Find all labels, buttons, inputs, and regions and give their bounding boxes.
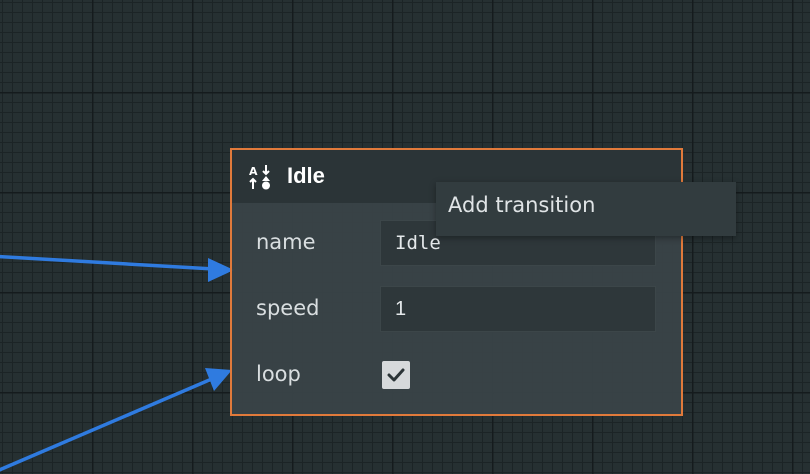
- prop-label-speed: speed: [256, 296, 320, 320]
- sort-arrows-shapes-icon: A: [249, 165, 270, 190]
- prop-label-name: name: [256, 230, 316, 254]
- context-menu: Add transition: [436, 182, 736, 236]
- incoming-transition-1[interactable]: [0, 254, 234, 282]
- prop-label-loop: loop: [256, 362, 301, 386]
- incoming-transition-2[interactable]: [0, 368, 232, 474]
- speed-input[interactable]: 1: [380, 286, 656, 332]
- graph-canvas[interactable]: A Idle name Idle speed 1 loop Add transi…: [0, 0, 810, 474]
- node-title: Idle: [287, 163, 325, 188]
- menu-item-add-transition[interactable]: Add transition: [448, 193, 595, 217]
- svg-text:A: A: [249, 165, 258, 178]
- loop-checkbox[interactable]: [382, 361, 410, 389]
- checkmark-icon: [387, 368, 405, 382]
